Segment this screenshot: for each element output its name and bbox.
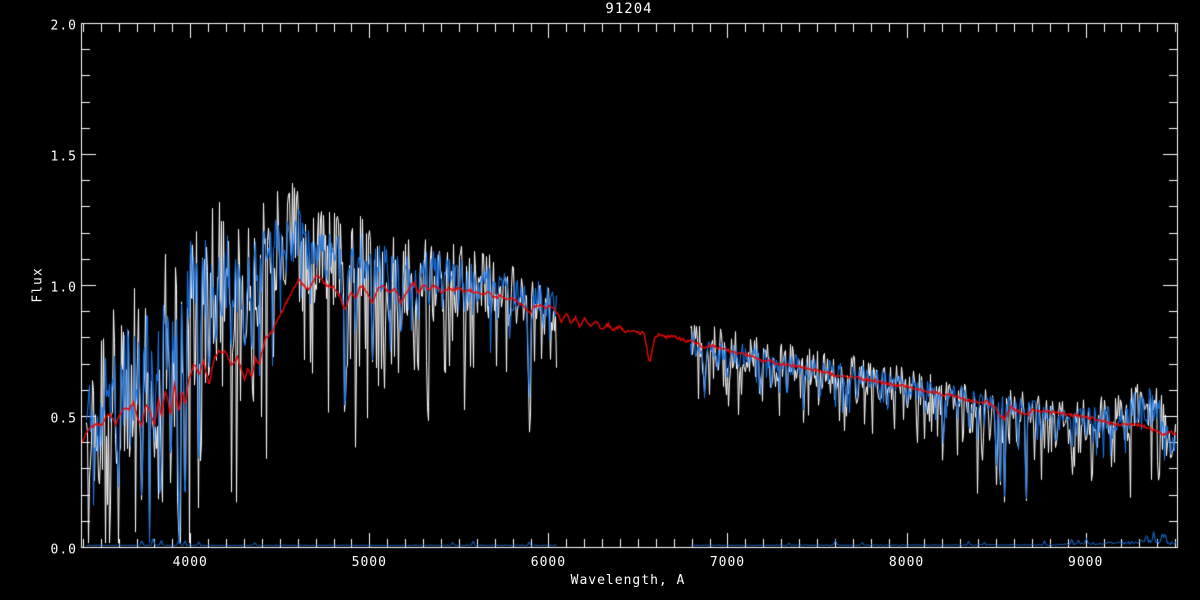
y-tick-label: 0.0 [50, 542, 77, 558]
spectrum-chart-canvas [0, 0, 1200, 600]
y-tick-label: 2.0 [50, 18, 77, 34]
y-axis-title: Flux [30, 267, 46, 303]
y-tick-label: 0.5 [50, 411, 77, 427]
spectrum-plot-window: 91204 Wavelength, A Flux 4000 5000 6000 700… [0, 0, 1200, 600]
x-tick-label: 9000 [1068, 555, 1104, 570]
x-tick-label: 4000 [172, 555, 208, 570]
x-tick-label: 7000 [709, 555, 746, 570]
x-tick-label: 6000 [530, 555, 567, 570]
x-tick-label: 5000 [351, 555, 387, 570]
chart-title: 91204 [605, 1, 653, 17]
y-tick-label: 1.0 [50, 280, 77, 296]
x-tick-label: 8000 [888, 555, 925, 570]
y-tick-label: 1.5 [50, 149, 77, 165]
x-axis-title: Wavelength, A [570, 573, 686, 588]
